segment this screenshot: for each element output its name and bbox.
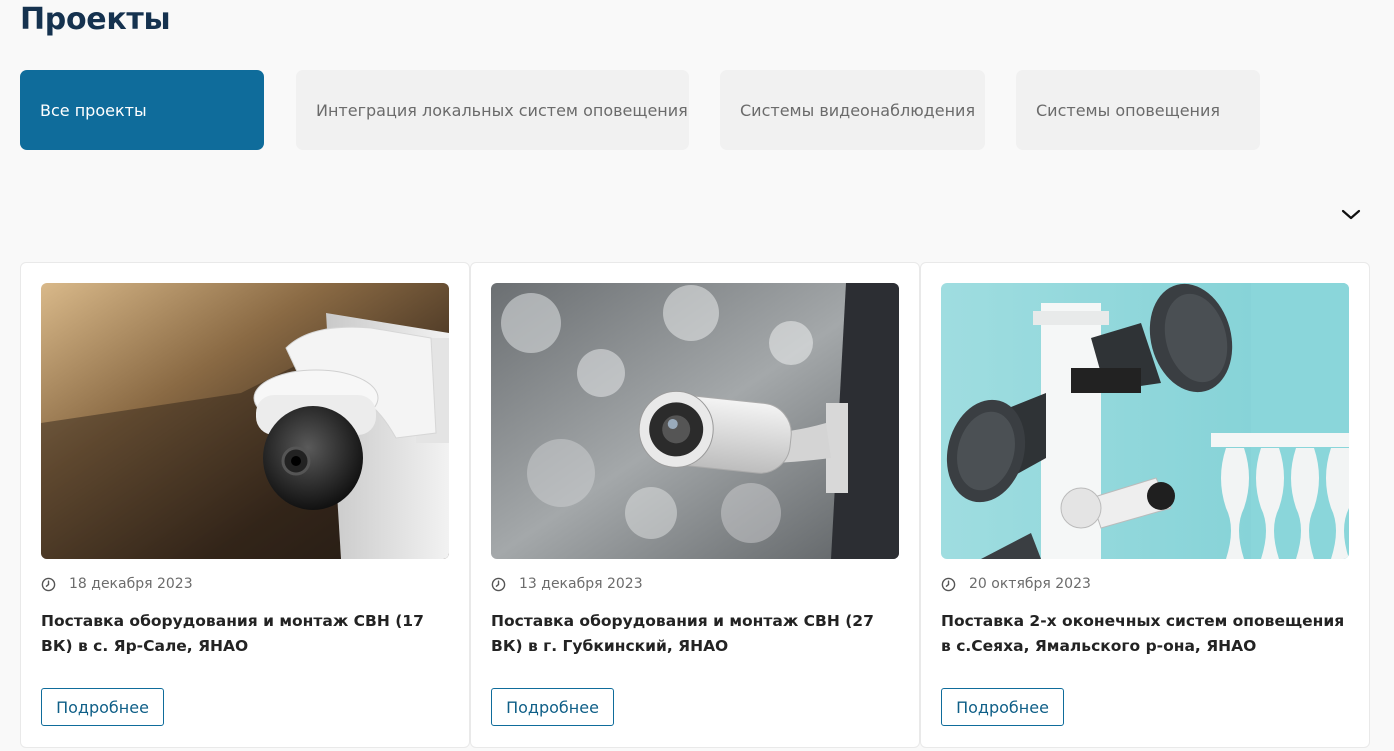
chevron-down-icon[interactable] xyxy=(1340,205,1362,223)
project-date: 18 декабря 2023 xyxy=(41,575,193,593)
date-text: 20 октября 2023 xyxy=(969,576,1091,592)
clock-icon xyxy=(941,577,956,591)
tab-video-surveillance[interactable]: Системы видеонаблюдения xyxy=(720,70,985,150)
clock-icon xyxy=(491,577,506,591)
project-title[interactable]: Поставка оборудования и монтаж СВН (27 В… xyxy=(491,609,901,659)
project-card: 18 декабря 2023 Поставка оборудования и … xyxy=(20,262,470,748)
more-button[interactable]: Подробнее xyxy=(941,688,1064,726)
dome-camera-photo[interactable] xyxy=(41,283,449,559)
tab-all-projects[interactable]: Все проекты xyxy=(20,70,264,150)
project-date: 13 декабря 2023 xyxy=(491,575,643,593)
project-title[interactable]: Поставка 2-х оконечных систем оповещения… xyxy=(941,609,1351,659)
tab-alert-systems[interactable]: Системы оповещения xyxy=(1016,70,1260,150)
more-button[interactable]: Подробнее xyxy=(41,688,164,726)
bullet-camera-photo[interactable] xyxy=(491,283,899,559)
loudspeakers-photo[interactable] xyxy=(941,283,1349,559)
date-text: 13 декабря 2023 xyxy=(519,576,643,592)
more-button[interactable]: Подробнее xyxy=(491,688,614,726)
tab-local-alert-integration[interactable]: Интеграция локальных систем оповещения xyxy=(296,70,689,150)
project-date: 20 октября 2023 xyxy=(941,575,1091,593)
project-card: 13 декабря 2023 Поставка оборудования и … xyxy=(470,262,920,748)
clock-icon xyxy=(41,577,56,591)
page-title: Проекты xyxy=(20,2,171,37)
project-title[interactable]: Поставка оборудования и монтаж СВН (17 В… xyxy=(41,609,451,659)
project-card: 20 октября 2023 Поставка 2-х оконечных с… xyxy=(920,262,1370,748)
date-text: 18 декабря 2023 xyxy=(69,576,193,592)
